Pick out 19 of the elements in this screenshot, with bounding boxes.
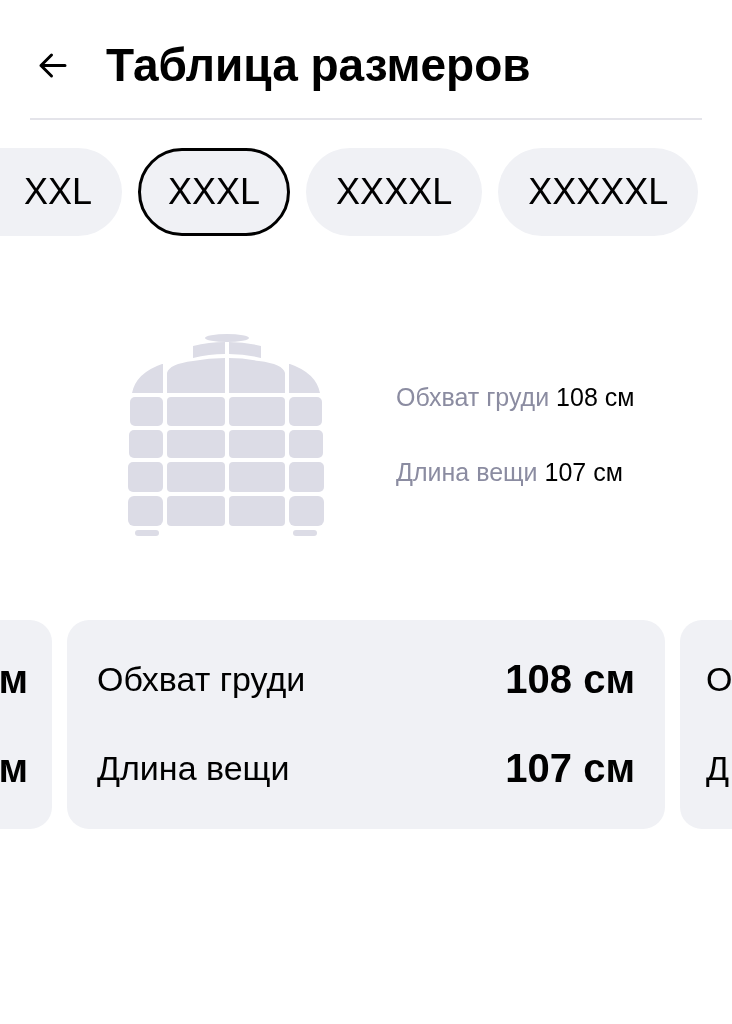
- back-arrow-icon: [37, 51, 67, 79]
- measurement-label: Длина вещи: [396, 458, 538, 486]
- measurement-value: м: [0, 745, 28, 791]
- measurement-label: Д: [706, 748, 730, 788]
- measurement-value: 108 см: [556, 383, 635, 411]
- size-option[interactable]: XXL: [0, 148, 123, 236]
- measurement-label: Длина вещи: [97, 748, 290, 788]
- size-option[interactable]: XXXXL: [306, 148, 483, 236]
- measurement-label: О: [706, 659, 732, 699]
- measurement-value: 108 см: [505, 656, 635, 702]
- page-title: Таблица размеров: [106, 38, 531, 92]
- measurement-label: Обхват груди: [396, 383, 550, 411]
- measurement-value: 107 см: [505, 745, 635, 791]
- size-option[interactable]: XXXL: [138, 148, 291, 236]
- back-button[interactable]: [37, 51, 67, 79]
- measurement-value: 107 см: [544, 458, 623, 486]
- size-option[interactable]: XXXXXL: [498, 148, 699, 236]
- measurement-value: м: [0, 656, 28, 702]
- measurement-label: Обхват груди: [97, 659, 306, 699]
